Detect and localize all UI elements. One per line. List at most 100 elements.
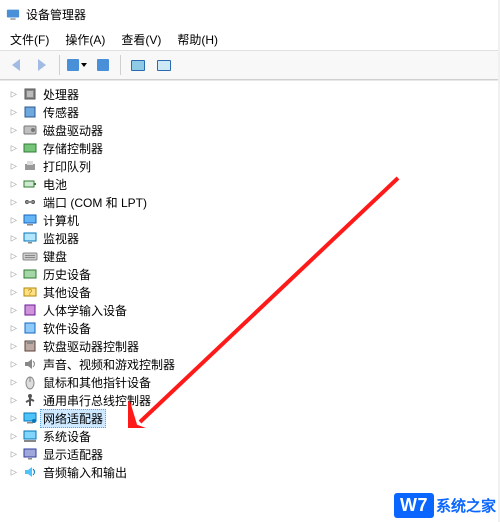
expand-icon[interactable] xyxy=(8,268,20,280)
expand-icon[interactable] xyxy=(8,214,20,226)
expand-icon[interactable] xyxy=(8,142,20,154)
device-tree[interactable]: 处理器传感器磁盘驱动器存储控制器打印队列电池端口 (COM 和 LPT)计算机监… xyxy=(0,80,498,522)
menubar: 文件(F) 操作(A) 查看(V) 帮助(H) xyxy=(0,28,498,50)
port-icon xyxy=(22,194,38,210)
tree-item-label: 通用串行总线控制器 xyxy=(40,391,154,410)
toolbar-separator xyxy=(120,55,121,75)
toolbar-button-1[interactable] xyxy=(65,53,89,77)
tree-item-label: 传感器 xyxy=(40,103,82,122)
tree-item-sensor[interactable]: 传感器 xyxy=(4,103,498,121)
window-title: 设备管理器 xyxy=(26,6,86,23)
menu-file[interactable]: 文件(F) xyxy=(2,29,57,50)
expand-icon[interactable] xyxy=(8,106,20,118)
device-manager-window: 设备管理器 文件(F) 操作(A) 查看(V) 帮助(H) 处理器传感器磁盘驱动… xyxy=(0,0,500,522)
tree-item-audio[interactable]: 音频输入和输出 xyxy=(4,463,498,481)
expand-icon[interactable] xyxy=(8,394,20,406)
tree-item-other[interactable]: ?其他设备 xyxy=(4,283,498,301)
tree-item-disk[interactable]: 磁盘驱动器 xyxy=(4,121,498,139)
menu-view[interactable]: 查看(V) xyxy=(113,29,169,50)
arrow-right-icon xyxy=(38,59,46,71)
watermark: W7 系统之家 xyxy=(394,493,496,518)
tree-item-label: 人体学输入设备 xyxy=(40,301,130,320)
tree-item-floppy[interactable]: 软盘驱动器控制器 xyxy=(4,337,498,355)
software-icon xyxy=(22,320,38,336)
nav-back-button[interactable] xyxy=(4,53,28,77)
expand-icon[interactable] xyxy=(8,124,20,136)
expand-icon[interactable] xyxy=(8,160,20,172)
expand-icon[interactable] xyxy=(8,340,20,352)
tree-item-usb[interactable]: 通用串行总线控制器 xyxy=(4,391,498,409)
app-icon xyxy=(6,7,20,21)
watermark-text: 系统之家 xyxy=(436,495,496,516)
tree-item-computer[interactable]: 计算机 xyxy=(4,211,498,229)
expand-icon[interactable] xyxy=(8,286,20,298)
expand-icon[interactable] xyxy=(8,376,20,388)
mouse-icon xyxy=(22,374,38,390)
tree-item-keyboard[interactable]: 键盘 xyxy=(4,247,498,265)
titlebar: 设备管理器 xyxy=(0,0,498,28)
watermark-badge: W7 xyxy=(394,493,434,518)
tree-item-label: 端口 (COM 和 LPT) xyxy=(40,193,150,212)
battery-icon xyxy=(22,176,38,192)
tree-item-label: 鼠标和其他指针设备 xyxy=(40,373,154,392)
expand-icon[interactable] xyxy=(8,430,20,442)
other-icon: ? xyxy=(22,284,38,300)
tree-item-label: 监视器 xyxy=(40,229,82,248)
menu-help[interactable]: 帮助(H) xyxy=(169,29,226,50)
floppy-icon xyxy=(22,338,38,354)
scan-icon xyxy=(131,60,145,71)
tree-item-system[interactable]: 系统设备 xyxy=(4,427,498,445)
tree-item-label: 软件设备 xyxy=(40,319,94,338)
expand-icon[interactable] xyxy=(8,250,20,262)
printer-icon xyxy=(22,158,38,174)
sound-icon xyxy=(22,356,38,372)
keyboard-icon xyxy=(22,248,38,264)
expand-icon[interactable] xyxy=(8,304,20,316)
tree-item-software[interactable]: 软件设备 xyxy=(4,319,498,337)
tree-item-battery[interactable]: 电池 xyxy=(4,175,498,193)
toolbar-separator xyxy=(59,55,60,75)
tree-item-cpu[interactable]: 处理器 xyxy=(4,85,498,103)
expand-icon[interactable] xyxy=(8,322,20,334)
expand-icon[interactable] xyxy=(8,412,20,424)
expand-icon[interactable] xyxy=(8,466,20,478)
tree-item-display[interactable]: 显示适配器 xyxy=(4,445,498,463)
expand-icon[interactable] xyxy=(8,232,20,244)
tree-item-monitor[interactable]: 监视器 xyxy=(4,229,498,247)
tree-item-port[interactable]: 端口 (COM 和 LPT) xyxy=(4,193,498,211)
cpu-icon xyxy=(22,86,38,102)
tree-item-label: 软盘驱动器控制器 xyxy=(40,337,142,356)
audio-icon xyxy=(22,464,38,480)
tree-item-label: 音频输入和输出 xyxy=(40,463,130,482)
usb-icon xyxy=(22,392,38,408)
expand-icon[interactable] xyxy=(8,358,20,370)
menu-action[interactable]: 操作(A) xyxy=(57,29,113,50)
nav-forward-button[interactable] xyxy=(30,53,54,77)
tree-item-hid[interactable]: 人体学输入设备 xyxy=(4,301,498,319)
tree-item-sound[interactable]: 声音、视频和游戏控制器 xyxy=(4,355,498,373)
tree-item-label: 其他设备 xyxy=(40,283,94,302)
monitor-icon xyxy=(22,230,38,246)
tree-item-printer[interactable]: 打印队列 xyxy=(4,157,498,175)
tree-item-storage[interactable]: 存储控制器 xyxy=(4,139,498,157)
expand-icon[interactable] xyxy=(8,196,20,208)
tree-item-label: 电池 xyxy=(40,175,70,194)
disk-icon xyxy=(22,122,38,138)
chevron-down-icon xyxy=(81,63,87,67)
tree-item-label: 显示适配器 xyxy=(40,445,106,464)
toolbar-button-2[interactable] xyxy=(91,53,115,77)
tree-item-label: 声音、视频和游戏控制器 xyxy=(40,355,178,374)
expand-icon[interactable] xyxy=(8,448,20,460)
tree-item-network[interactable]: 网络适配器 xyxy=(4,409,498,427)
tree-item-label: 键盘 xyxy=(40,247,70,266)
tree-item-history[interactable]: 历史设备 xyxy=(4,265,498,283)
tree-item-mouse[interactable]: 鼠标和其他指针设备 xyxy=(4,373,498,391)
tree-item-label: 计算机 xyxy=(40,211,82,230)
refresh-icon xyxy=(157,60,171,71)
tree-item-label: 网络适配器 xyxy=(40,409,106,428)
toolbar-button-3[interactable] xyxy=(126,53,150,77)
expand-icon[interactable] xyxy=(8,178,20,190)
hid-icon xyxy=(22,302,38,318)
expand-icon[interactable] xyxy=(8,88,20,100)
toolbar-button-4[interactable] xyxy=(152,53,176,77)
